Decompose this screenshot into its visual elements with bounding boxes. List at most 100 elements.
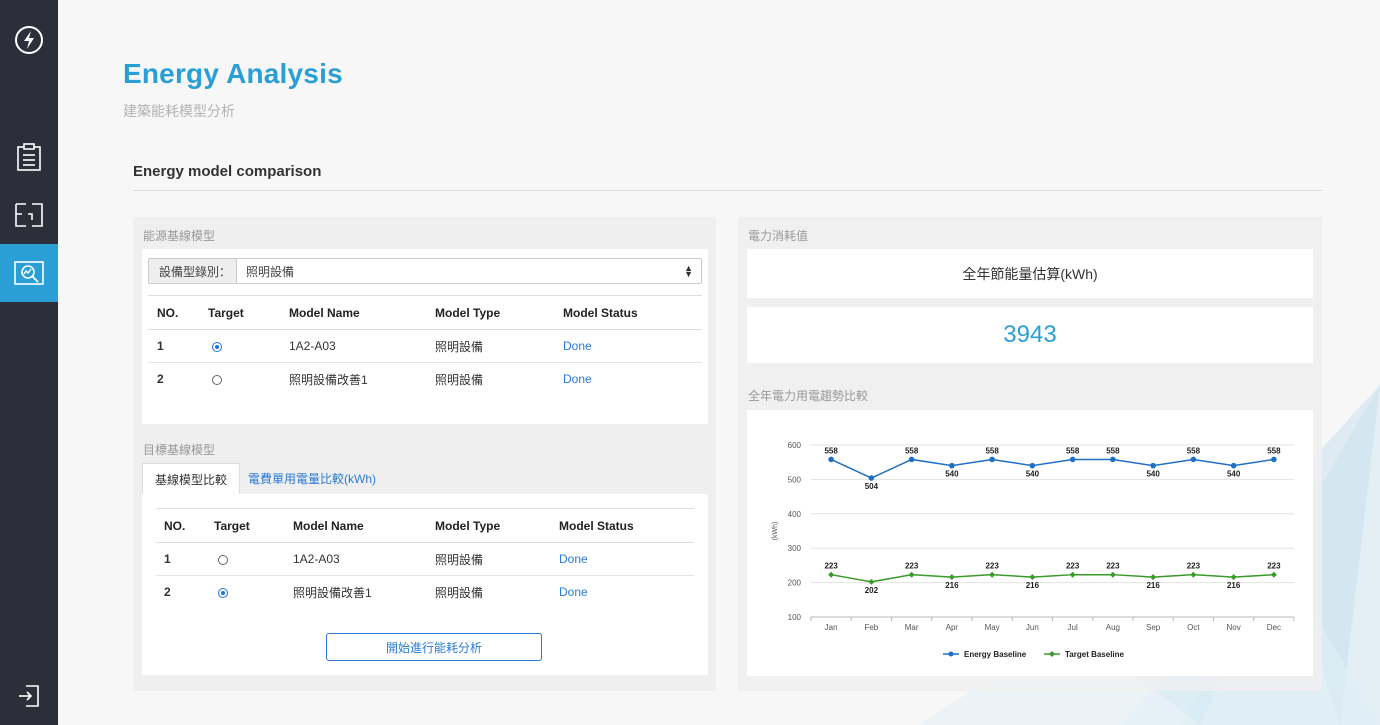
target-model-table: NO. Target Model Name Model Type Model S… <box>156 508 694 609</box>
legend-label: Energy Baseline <box>964 650 1027 659</box>
x-tick-label: Jul <box>1068 623 1078 632</box>
col-header-target: Target <box>214 508 293 543</box>
y-tick-label: 500 <box>788 475 802 484</box>
start-analysis-button[interactable]: 開始進行能耗分析 <box>326 633 542 661</box>
tab-baseline-comparison[interactable]: 基線模型比較 <box>142 463 241 494</box>
legend-marker <box>948 651 954 657</box>
baseline-model-card: 設備型錄別： 照明設備 ▲ ▼ NO. Target Model Name Mod… <box>142 249 708 424</box>
data-label: 223 <box>1187 562 1201 571</box>
sidebar-logo[interactable] <box>0 11 58 69</box>
data-label: 558 <box>985 446 999 455</box>
series-line <box>830 573 1274 583</box>
x-tick-label: Dec <box>1267 623 1281 632</box>
x-tick-label: Aug <box>1106 623 1120 632</box>
data-label: 223 <box>1106 562 1120 571</box>
col-header-model-name: Model Name <box>289 295 435 330</box>
select-label: 設備型錄別： <box>149 259 237 283</box>
data-label: 223 <box>824 562 838 571</box>
sidebar-item-energy-analysis[interactable] <box>0 244 58 302</box>
row-no: 1 <box>156 542 214 576</box>
target-radio[interactable] <box>212 375 222 386</box>
data-point <box>868 578 875 585</box>
data-label: 558 <box>824 446 838 455</box>
table-row: 1 1A2-A03 照明設備 Done <box>156 542 694 576</box>
lightning-logo-icon <box>15 26 43 54</box>
x-tick-label: Feb <box>864 623 878 632</box>
legend-label: Target Baseline <box>1065 650 1125 659</box>
row-no: 2 <box>164 585 171 600</box>
row-model-type: 照明設備 <box>435 585 484 600</box>
data-point <box>989 456 995 463</box>
y-axis-label: (kWh) <box>772 522 779 541</box>
data-label: 540 <box>945 470 959 479</box>
sidebar-logout[interactable] <box>0 667 58 725</box>
row-model-status[interactable]: Done <box>559 542 694 576</box>
data-label: 558 <box>1106 446 1120 455</box>
col-header-model-type: Model Type <box>435 508 559 543</box>
data-point <box>1271 456 1277 463</box>
annual-saving-value-card: 3943 <box>747 307 1313 363</box>
table-row: 1 1A2-A03 照明設備 Done <box>148 329 702 363</box>
tab-bill-comparison[interactable]: 電費單用電量比較(kWh) <box>236 463 388 494</box>
col-header-no: NO. <box>148 295 208 330</box>
data-point <box>868 475 875 481</box>
target-radio[interactable] <box>218 588 228 599</box>
power-caption: 電力消耗值 <box>748 229 809 243</box>
data-point <box>1230 574 1237 581</box>
sidebar-item-reports[interactable] <box>0 128 58 186</box>
data-label: 558 <box>905 446 919 455</box>
data-point <box>828 456 834 463</box>
row-model-name: 照明設備改善1 <box>289 372 368 387</box>
data-point <box>828 571 835 578</box>
legend-marker <box>1049 651 1055 657</box>
row-model-status[interactable]: Done <box>563 329 702 363</box>
data-point <box>1150 462 1156 469</box>
data-label: 216 <box>1227 581 1241 590</box>
x-tick-label: Jan <box>825 623 838 632</box>
data-label: 504 <box>865 482 879 491</box>
data-point <box>908 571 915 578</box>
y-tick-label: 100 <box>788 613 802 622</box>
data-label: 216 <box>1026 581 1040 590</box>
trend-caption: 全年電力用電趨勢比較 <box>748 389 869 403</box>
y-tick-label: 200 <box>788 579 802 588</box>
data-point <box>1069 571 1076 578</box>
row-no: 1 <box>148 329 208 363</box>
annual-saving-title-card: 全年節能量估算(kWh) <box>747 249 1313 298</box>
col-header-model-name: Model Name <box>293 508 435 543</box>
y-tick-label: 400 <box>788 510 802 519</box>
data-label: 216 <box>945 581 959 590</box>
data-label: 540 <box>1026 470 1040 479</box>
col-header-model-status: Model Status <box>559 508 694 543</box>
target-radio[interactable] <box>218 554 228 565</box>
target-radio[interactable] <box>212 341 222 352</box>
col-header-target: Target <box>208 295 289 330</box>
row-model-status[interactable]: Done <box>559 576 694 609</box>
row-model-type: 照明設備 <box>435 542 559 576</box>
data-point <box>1230 462 1237 469</box>
series-line <box>830 458 1274 479</box>
clipboard-icon <box>17 143 41 171</box>
page-subtitle: 建築能耗模型分析 <box>123 103 235 119</box>
trend-chart: 100 200 300 400 500 600 (kWh) Jan Feb Mar Apr May Ju… <box>772 441 1295 659</box>
data-label: 558 <box>1267 446 1281 455</box>
sidebar-item-floorplan[interactable] <box>0 186 58 244</box>
row-model-type: 照明設備 <box>435 329 563 363</box>
select-value[interactable]: 照明設備 ▲ ▼ <box>237 259 701 283</box>
x-tick-label: Sep <box>1146 623 1161 632</box>
baseline-model-caption: 能源基線模型 <box>143 229 216 243</box>
logout-icon <box>19 685 39 707</box>
data-point <box>1110 456 1116 463</box>
target-model-caption: 目標基線模型 <box>143 443 216 457</box>
equipment-category-select[interactable]: 設備型錄別： 照明設備 ▲ ▼ <box>148 258 702 284</box>
data-label: 223 <box>1267 562 1281 571</box>
data-label: 540 <box>1146 470 1160 479</box>
y-tick-label: 600 <box>788 441 802 450</box>
row-model-status[interactable]: Done <box>563 363 702 396</box>
data-point <box>1069 456 1076 463</box>
trend-chart-card: 100 200 300 400 500 600 (kWh) Jan Feb Mar Apr May Ju… <box>747 410 1313 676</box>
y-tick-label: 300 <box>788 544 802 553</box>
sidebar <box>0 0 58 725</box>
col-header-model-status: Model Status <box>563 295 702 330</box>
row-model-name: 1A2-A03 <box>293 542 435 576</box>
